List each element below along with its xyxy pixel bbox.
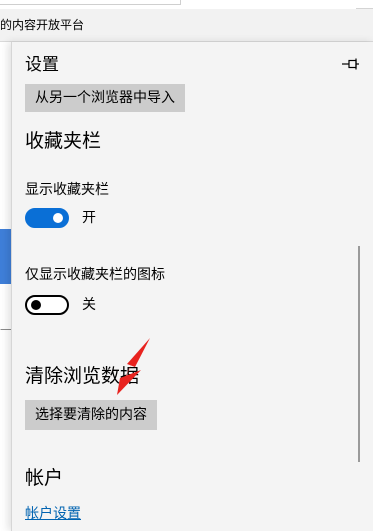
pin-icon[interactable] xyxy=(340,56,360,72)
toggle-knob xyxy=(31,300,41,310)
show-only-icons-state: 关 xyxy=(82,297,96,313)
clear-browsing-data-heading: 清除浏览数据 xyxy=(25,365,140,387)
choose-what-to-clear-button[interactable]: 选择要清除的内容 xyxy=(25,400,157,430)
scrollbar-thumb[interactable] xyxy=(358,246,360,462)
show-favorites-bar-label: 显示收藏夹栏 xyxy=(25,182,109,198)
favorites-bar-item[interactable]: 的内容开放平台 xyxy=(0,18,84,32)
show-only-icons-label: 仅显示收藏夹栏的图标 xyxy=(25,267,165,283)
show-favorites-bar-toggle[interactable] xyxy=(25,208,69,228)
settings-header: 设置 xyxy=(12,42,373,86)
address-bar-edge xyxy=(356,0,373,9)
show-only-icons-toggle[interactable] xyxy=(25,295,69,315)
address-bar[interactable] xyxy=(0,0,181,5)
account-heading: 帐户 xyxy=(25,467,64,489)
settings-panel: 设置 从另一个浏览器中导入 收藏夹栏 显示收藏夹栏 开 仅显示收藏夹栏的图标 关… xyxy=(11,42,373,531)
favorites-bar: 的内容开放平台 xyxy=(0,9,373,42)
show-favorites-bar-state: 开 xyxy=(82,210,96,226)
settings-title: 设置 xyxy=(25,55,59,75)
scrollbar-track[interactable] xyxy=(368,88,373,531)
toggle-knob xyxy=(53,213,63,223)
favorites-bar-heading: 收藏夹栏 xyxy=(25,130,102,152)
import-from-browser-button[interactable]: 从另一个浏览器中导入 xyxy=(25,84,185,112)
account-settings-link[interactable]: 帐户设置 xyxy=(25,506,81,523)
